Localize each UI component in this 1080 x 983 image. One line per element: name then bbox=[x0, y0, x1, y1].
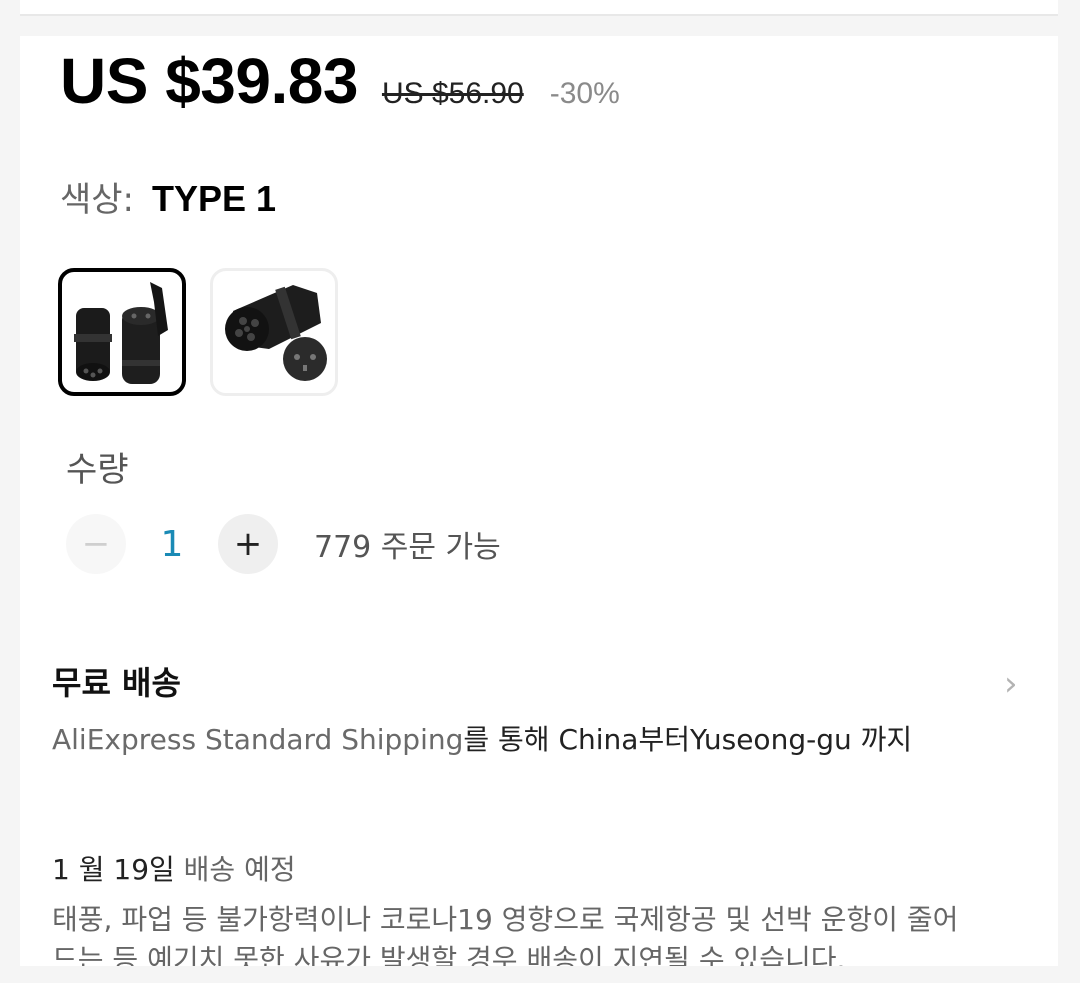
shipping-method: AliExpress Standard Shipping bbox=[52, 723, 464, 756]
quantity-stepper: − 1 + 779 주문 가능 bbox=[66, 514, 501, 574]
shipping-title[interactable]: 무료 배송 bbox=[52, 658, 181, 704]
color-label: 색상: bbox=[60, 180, 135, 220]
delivery-estimate: 1 월 19일 배송 예정 bbox=[52, 848, 296, 888]
color-options bbox=[58, 268, 338, 396]
type-1-adapter-image bbox=[74, 282, 168, 384]
current-price: US $39.83 bbox=[60, 45, 358, 117]
color-option-type-2[interactable] bbox=[210, 268, 338, 396]
color-option-type-1[interactable] bbox=[58, 268, 186, 396]
type-2-adapter-image bbox=[225, 285, 327, 381]
delivery-label: 배송 예정 bbox=[174, 853, 296, 886]
quantity-label: 수량 bbox=[66, 450, 129, 490]
discount-badge: -30% bbox=[549, 77, 620, 110]
shipping-to-text: 까지 bbox=[851, 723, 913, 756]
original-price: US $56.90 bbox=[381, 77, 524, 110]
decrease-quantity-button[interactable]: − bbox=[66, 514, 126, 574]
quantity-value[interactable]: 1 bbox=[126, 524, 218, 565]
color-selector-header: 색상: TYPE 1 bbox=[60, 172, 276, 221]
increase-quantity-button[interactable]: + bbox=[218, 514, 278, 574]
shipping-description: AliExpress Standard Shipping를 통해 China부터… bbox=[52, 718, 912, 758]
delivery-date: 1 월 19일 bbox=[52, 853, 175, 886]
shipping-destination: Yuseong-gu bbox=[689, 723, 852, 756]
chevron-right-icon[interactable]: › bbox=[1004, 664, 1018, 704]
color-value: TYPE 1 bbox=[152, 178, 277, 219]
shipping-via-text: 를 통해 bbox=[463, 723, 559, 756]
price-row: US $39.83 US $56.90 -30% bbox=[60, 44, 620, 118]
available-stock: 779 주문 가능 bbox=[314, 530, 501, 565]
shipping-origin: China bbox=[558, 723, 639, 756]
product-info-card: US $39.83 US $56.90 -30% 색상: TYPE 1 수량 −… bbox=[20, 36, 1058, 966]
shipping-from-text: 부터 bbox=[638, 723, 690, 756]
delivery-notice: 태풍, 파업 등 불가항력이나 코로나19 영향으로 국제항공 및 선박 운항이… bbox=[52, 903, 959, 966]
top-divider-strip bbox=[20, 0, 1058, 16]
